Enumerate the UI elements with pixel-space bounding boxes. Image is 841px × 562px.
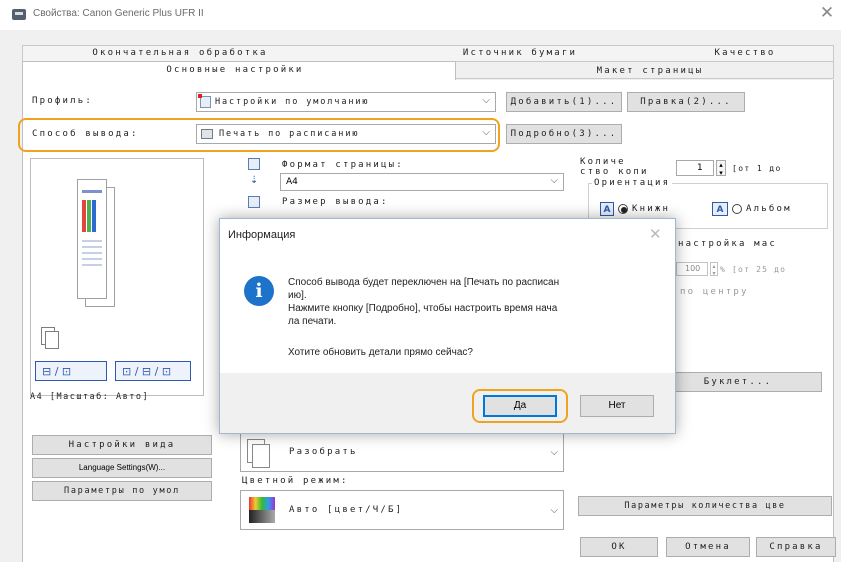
- portrait-icon: A: [600, 202, 614, 216]
- page-preview: ⊟ / ⊡ ⊡ / ⊟ / ⊡: [30, 158, 204, 396]
- scale-range: % [от 25 до: [720, 265, 787, 274]
- copies-stepper[interactable]: ▴ ▾: [716, 160, 726, 177]
- title-bar: Свойства: Canon Generic Plus UFR II ✕: [0, 0, 841, 30]
- help-button[interactable]: Справка: [756, 537, 836, 557]
- portrait-label: Книжн: [632, 204, 671, 214]
- scale-input[interactable]: 100: [676, 262, 708, 276]
- scale-stepper[interactable]: ▴ ▾: [710, 262, 718, 277]
- language-settings-button[interactable]: Language Settings(W)...: [32, 458, 212, 478]
- edit-profile-button[interactable]: Правка(2)...: [627, 92, 745, 112]
- restore-defaults-button[interactable]: Параметры по умол: [32, 481, 212, 501]
- dialog-message: Способ вывода будет переключен на [Печат…: [288, 277, 560, 327]
- page-format-icon: [248, 158, 260, 170]
- tab-quality[interactable]: Качество: [680, 45, 810, 61]
- output-size-icon: [248, 196, 260, 208]
- information-dialog: Информация ✕ i Способ вывода будет перек…: [219, 218, 676, 434]
- preview-caption: A4 [Масштаб: Авто]: [30, 392, 150, 402]
- chevron-down-icon: ⌵: [550, 175, 558, 186]
- window-title: Свойства: Canon Generic Plus UFR II: [33, 8, 204, 19]
- page-format-label: Формат страницы:: [282, 160, 404, 170]
- profile-label: Профиль:: [32, 96, 93, 106]
- page-format-select[interactable]: A4 ⌵: [280, 173, 564, 191]
- color-mode-select[interactable]: Авто [цвет/Ч/Б] ⌵: [240, 490, 564, 530]
- chevron-down-icon: ⌵: [482, 95, 490, 106]
- cancel-button[interactable]: Отмена: [666, 537, 750, 557]
- output-size-label: Размер вывода:: [282, 197, 389, 207]
- tab-page-setup[interactable]: Макет страницы: [560, 63, 740, 79]
- dialog-close-icon[interactable]: ✕: [649, 225, 662, 243]
- ok-button[interactable]: OK: [580, 537, 658, 557]
- no-button[interactable]: Нет: [580, 395, 654, 417]
- landscape-icon: A: [712, 202, 728, 216]
- arrow-down-icon: ⇣: [250, 175, 259, 186]
- copies-range: [от 1 до: [732, 164, 782, 173]
- center-label: по центру: [680, 287, 749, 297]
- orientation-label: Ориентация: [592, 178, 673, 188]
- close-icon[interactable]: ✕: [817, 3, 837, 23]
- yes-button[interactable]: Да: [483, 395, 557, 417]
- tab-basic-settings[interactable]: Основные настройки: [120, 62, 350, 78]
- layout-toggle-button[interactable]: ⊟ / ⊡: [35, 361, 107, 381]
- info-icon: i: [244, 276, 274, 306]
- booklet-button[interactable]: Буклет...: [654, 372, 822, 392]
- print-icon: [201, 129, 213, 139]
- profile-red-mark-icon: [198, 94, 202, 98]
- preview-page-front: [77, 179, 107, 299]
- chevron-down-icon: ⌵: [482, 127, 490, 138]
- page-format-value: A4: [286, 177, 298, 187]
- chevron-down-icon: ⌵: [550, 447, 558, 458]
- output-method-value: Печать по расписанию: [219, 129, 360, 139]
- collate-select[interactable]: Разобрать ⌵: [240, 432, 564, 472]
- tab-paper-source[interactable]: Источник бумаги: [420, 45, 620, 61]
- view-settings-button[interactable]: Настройки вида: [32, 435, 212, 455]
- dialog-question: Хотите обновить детали прямо сейчас?: [288, 347, 473, 358]
- color-mode-label: Цветной режим:: [242, 476, 349, 486]
- details-button[interactable]: Подробно(3)...: [506, 124, 622, 144]
- output-method-label: Способ вывода:: [32, 129, 139, 139]
- portrait-radio[interactable]: [618, 204, 628, 214]
- profile-value: Настройки по умолчанию: [215, 97, 370, 107]
- collate-value: Разобрать: [289, 447, 358, 457]
- copies-label: Количе ство копи: [580, 157, 649, 177]
- tab-finishing[interactable]: Окончательная обработка: [60, 45, 300, 61]
- color-count-params-button[interactable]: Параметры количества цве: [578, 496, 832, 516]
- output-method-select[interactable]: Печать по расписанию ⌵: [196, 124, 496, 144]
- color-mode-value: Авто [цвет/Ч/Б]: [289, 505, 404, 515]
- landscape-label: Альбом: [746, 204, 792, 214]
- copies-input[interactable]: 1: [676, 160, 714, 176]
- add-profile-button[interactable]: Добавить(1)...: [506, 92, 622, 112]
- landscape-radio[interactable]: [732, 204, 742, 214]
- dialog-title: Информация: [228, 229, 296, 241]
- chevron-down-icon: ⌵: [550, 505, 558, 516]
- color-toggle-button[interactable]: ⊡ / ⊟ / ⊡: [115, 361, 191, 381]
- manual-scale-label: настройка мас: [678, 239, 778, 249]
- printer-icon: [12, 9, 26, 20]
- profile-select[interactable]: Настройки по умолчанию ⌵: [196, 92, 496, 112]
- printer-properties-window: Свойства: Canon Generic Plus UFR II ✕ Ок…: [0, 0, 841, 562]
